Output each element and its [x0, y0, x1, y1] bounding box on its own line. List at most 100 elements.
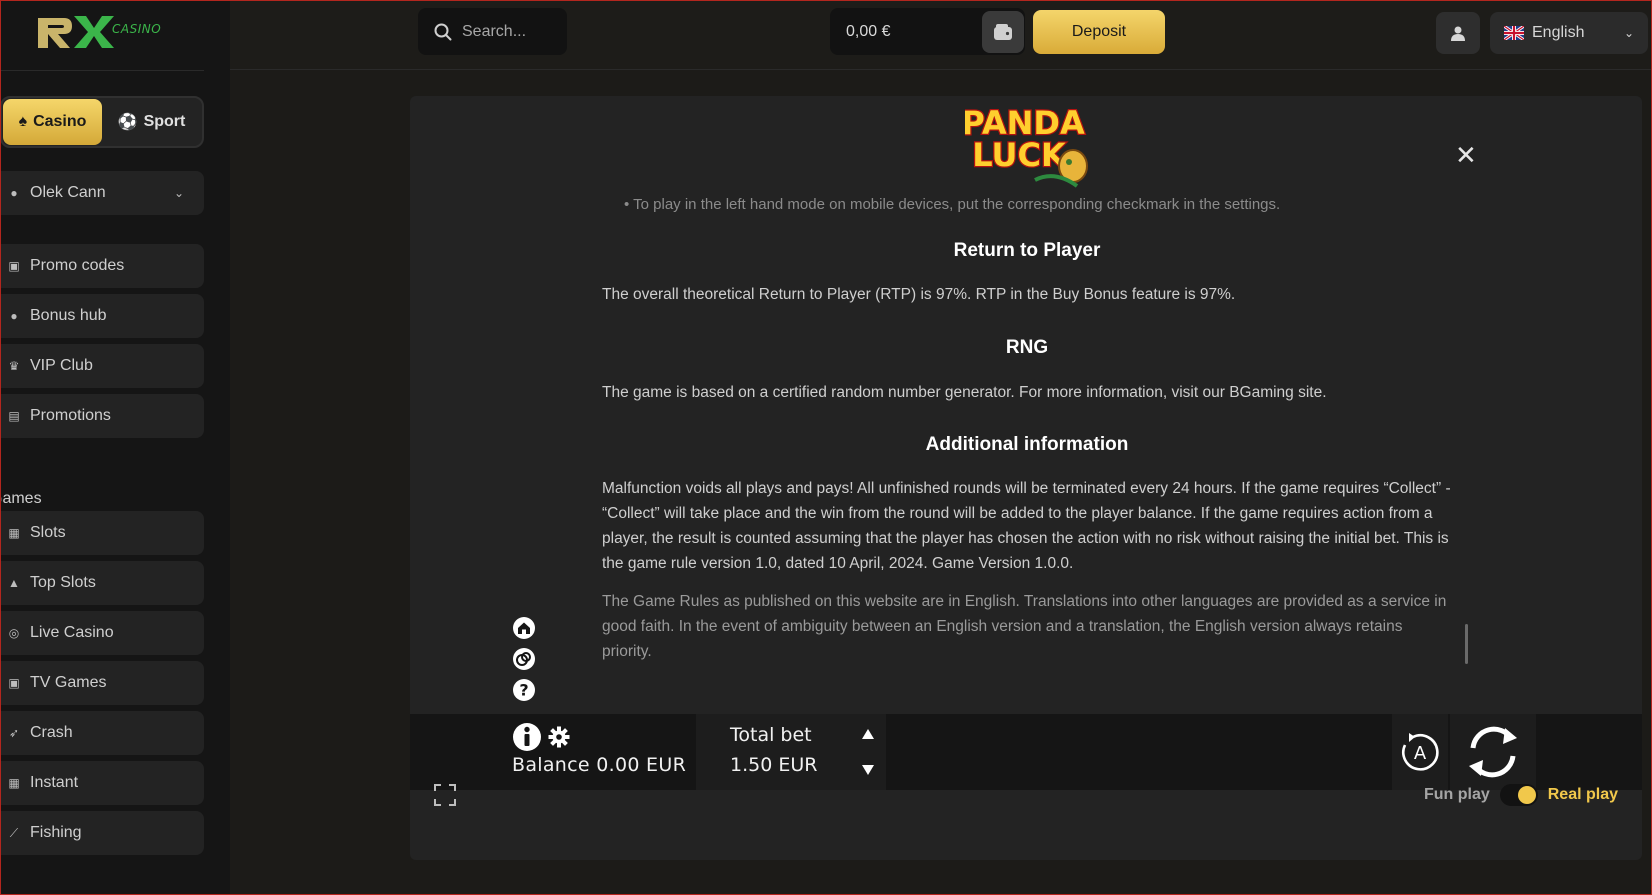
sidebar-item-promo-codes[interactable]: ▣ Promo codes [0, 244, 204, 288]
autoplay-label: A [1414, 743, 1427, 764]
coin-icon: ● [10, 309, 18, 323]
paytable-coins-icon[interactable] [512, 647, 536, 671]
play-mode-toggle[interactable] [1499, 784, 1538, 806]
additional-info-text: Malfunction voids all plays and pays! Al… [602, 480, 1451, 572]
settings-gear-icon[interactable] [548, 726, 570, 748]
home-icon[interactable] [512, 616, 536, 640]
real-play-label[interactable]: Real play [1548, 786, 1618, 804]
autoplay-icon: A [1402, 733, 1439, 771]
sidebar-item-label: Crash [30, 724, 73, 741]
spin-button[interactable] [1450, 714, 1536, 790]
top-header: Search... 0,00 € Deposit English ⌄ [230, 0, 1652, 70]
language-notice-text: The Game Rules as published on this webs… [602, 593, 1447, 660]
sidebar-item-label: TV Games [30, 674, 107, 691]
sidebar-item-top-slots[interactable]: ▲ Top Slots [0, 561, 204, 605]
tv-icon: ▣ [8, 676, 20, 690]
sidebar-item-slots[interactable]: ▦ Slots [0, 511, 204, 555]
sidebar-item-tv-games[interactable]: ▣ TV Games [0, 661, 204, 705]
rx-logo-mark [38, 16, 114, 48]
wallet-icon [994, 24, 1012, 40]
casino-sport-switch: ♠ Casino ⚽ Sport [0, 96, 204, 148]
slot-machine-icon: ▦ [8, 526, 20, 540]
sidebar-divider [0, 70, 204, 71]
profile-button[interactable] [1436, 12, 1480, 54]
rules-scrollbar[interactable] [1465, 624, 1468, 664]
spade-icon: ♠ [18, 113, 28, 130]
sidebar-item-label: Instant [30, 774, 79, 791]
sidebar-item-fishing[interactable]: ⟋ Fishing [0, 811, 204, 855]
sport-mode-button[interactable]: ⚽ Sport [102, 99, 201, 145]
brand-logo[interactable]: CASINO [36, 10, 161, 54]
deposit-button[interactable]: Deposit [1033, 10, 1165, 54]
sport-mode-label: Sport [143, 113, 186, 130]
user-icon [1451, 26, 1465, 41]
panda-luck-logo: PANDA LUCK [960, 100, 1095, 197]
sidebar-item-label: Promotions [30, 407, 111, 424]
sidebar-item-label: Live Casino [30, 624, 114, 641]
rtp-text: The overall theoretical Return to Player… [602, 286, 1236, 303]
fishing-rod-icon: ⟋ [9, 825, 19, 840]
uk-flag-icon [1504, 26, 1524, 40]
sidebar-item-instant[interactable]: ▦ Instant [0, 761, 204, 805]
rules-bullet: • To play in the left hand mode on mobil… [624, 196, 1281, 213]
bet-increase-arrow-icon[interactable] [858, 724, 878, 744]
play-mode-switch: Fun play Real play [1424, 784, 1618, 806]
toggle-knob [1517, 786, 1536, 804]
user-menu[interactable]: ● Olek Cann ⌄ [0, 171, 204, 215]
grid-icon: ▦ [8, 776, 20, 790]
sidebar-item-live-casino[interactable]: ◎ Live Casino [0, 611, 204, 655]
soccer-ball-icon: ⚽ [117, 114, 138, 131]
additional-info-title: Additional information [925, 434, 1129, 455]
sidebar-item-vip-club[interactable]: ♛ VIP Club [0, 344, 204, 388]
sidebar-item-promotions[interactable]: ▤ Promotions [0, 394, 204, 438]
sidebar-item-crash[interactable]: ➶ Crash [0, 711, 204, 755]
game-balance-label: Balance 0.00 EUR [512, 754, 687, 776]
close-icon[interactable]: ✕ [1455, 140, 1477, 171]
game-panel: PANDA LUCK ✕ • To play in the left hand … [410, 96, 1642, 860]
top-slots-icon: ▲ [8, 576, 20, 590]
language-label: English [1532, 24, 1585, 41]
sidebar-item-bonus-hub[interactable]: ● Bonus hub [0, 294, 204, 338]
game-control-bar: Balance 0.00 EUR Total bet 1.50 EUR A [410, 714, 1642, 790]
total-bet-label: Total bet [730, 724, 812, 746]
logo-subtitle: CASINO [112, 22, 162, 36]
percent-icon: ▤ [8, 409, 20, 423]
total-bet-value: 1.50 EUR [730, 754, 818, 776]
sidebar: CASINO ♠ Casino ⚽ Sport ● Olek Cann ⌄ ▣ … [0, 0, 230, 895]
game-side-icons: ? [512, 616, 536, 702]
svg-text:?: ? [519, 681, 528, 700]
search-placeholder: Search... [462, 22, 527, 40]
games-heading: Games [0, 490, 42, 507]
sidebar-item-label: Promo codes [30, 257, 125, 274]
user-name: Olek Cann [30, 184, 106, 201]
chevron-down-icon: ⌄ [1623, 26, 1634, 40]
bet-decrease-arrow-icon[interactable] [858, 760, 878, 780]
rng-text: The game is based on a certified random … [602, 384, 1327, 401]
casino-mode-label: Casino [33, 113, 87, 130]
crown-icon: ♛ [8, 359, 20, 373]
sidebar-item-label: VIP Club [30, 357, 93, 374]
autoplay-button[interactable]: A [1392, 714, 1448, 790]
rules-bullet-text: To play in the left hand mode on mobile … [633, 196, 1281, 213]
chevron-down-icon: ⌄ [173, 186, 184, 200]
game-rules-content: • To play in the left hand mode on mobil… [602, 196, 1452, 786]
user-icon: ● [10, 186, 18, 200]
sidebar-item-label: Bonus hub [30, 307, 107, 324]
gift-icon: ▣ [8, 259, 20, 273]
sidebar-item-label: Top Slots [30, 574, 96, 591]
info-icon[interactable] [512, 722, 542, 752]
search-box[interactable]: Search... [418, 8, 567, 55]
logo-line-2: LUCK [972, 136, 1067, 174]
rocket-icon: ➶ [8, 726, 20, 740]
rtp-title: Return to Player [953, 240, 1101, 261]
sidebar-item-label: Fishing [30, 824, 82, 841]
fullscreen-icon[interactable] [432, 782, 458, 808]
casino-mode-button[interactable]: ♠ Casino [3, 99, 102, 145]
language-select[interactable]: English ⌄ [1490, 12, 1648, 54]
fun-play-label[interactable]: Fun play [1424, 786, 1490, 804]
help-icon[interactable]: ? [512, 678, 536, 702]
spin-icon [1469, 726, 1517, 778]
wallet-button[interactable] [982, 11, 1024, 53]
search-icon [434, 23, 452, 40]
sidebar-item-label: Slots [30, 524, 66, 541]
